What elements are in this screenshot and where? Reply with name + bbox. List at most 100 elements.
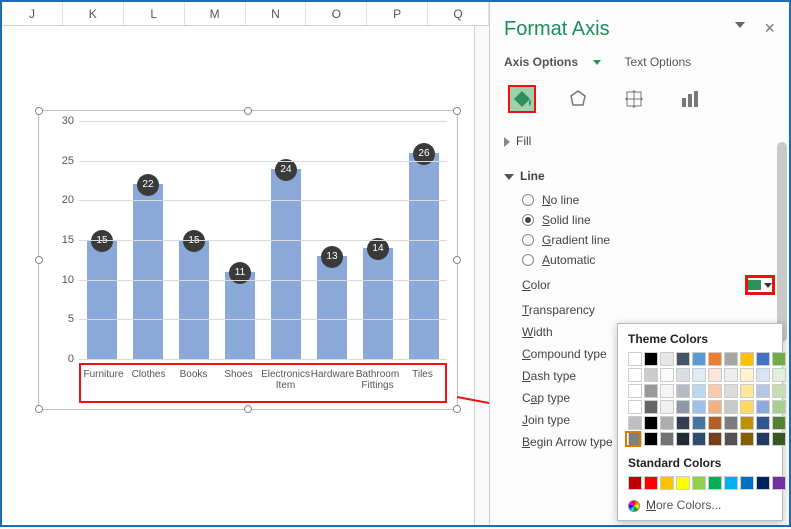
category-axis[interactable]: FurnitureClothesBooksShoesElectronics It… [79, 363, 447, 403]
color-swatch[interactable] [740, 432, 754, 446]
radio-no-line[interactable]: No line [522, 193, 775, 207]
color-swatch[interactable] [772, 416, 786, 430]
section-fill[interactable]: Fill [504, 133, 775, 148]
data-label[interactable]: 13 [321, 246, 343, 268]
color-swatch[interactable] [724, 368, 738, 382]
bar[interactable]: 13 [317, 256, 347, 359]
x-axis-label[interactable]: Tiles [400, 365, 445, 401]
resize-handle[interactable] [453, 256, 461, 264]
color-swatch[interactable] [724, 400, 738, 414]
color-swatch[interactable] [660, 384, 674, 398]
color-swatch[interactable] [660, 368, 674, 382]
fill-line-icon[interactable] [508, 85, 536, 113]
data-label[interactable]: 14 [367, 238, 389, 260]
color-swatch[interactable] [628, 352, 642, 366]
more-colors-button[interactable]: More Colors... [628, 498, 772, 512]
data-label[interactable]: 15 [91, 230, 113, 252]
color-swatch[interactable] [740, 352, 754, 366]
color-swatch[interactable] [628, 476, 642, 490]
color-swatch[interactable] [644, 416, 658, 430]
color-swatch[interactable] [628, 384, 642, 398]
chart-object[interactable]: 1522151124131426 051015202530 FurnitureC… [38, 110, 458, 410]
color-swatch[interactable] [644, 432, 658, 446]
data-label[interactable]: 22 [137, 174, 159, 196]
column-header[interactable]: O [306, 2, 367, 25]
resize-handle[interactable] [453, 107, 461, 115]
bar[interactable]: 15 [179, 240, 209, 359]
color-swatch[interactable] [740, 416, 754, 430]
color-swatch[interactable] [756, 352, 770, 366]
color-swatch[interactable] [660, 400, 674, 414]
data-label[interactable]: 24 [275, 159, 297, 181]
color-swatch[interactable] [772, 476, 786, 490]
plot-area[interactable]: 1522151124131426 051015202530 [79, 121, 447, 359]
x-axis-label[interactable]: Furniture [81, 365, 126, 401]
pane-close-icon[interactable]: × [764, 18, 775, 39]
color-swatch[interactable] [756, 416, 770, 430]
color-swatch[interactable] [756, 368, 770, 382]
color-swatch[interactable] [708, 368, 722, 382]
color-swatch[interactable] [692, 416, 706, 430]
tab-text-options[interactable]: Text Options [624, 55, 691, 69]
color-swatch[interactable] [692, 384, 706, 398]
color-swatch[interactable] [692, 352, 706, 366]
color-swatch[interactable] [772, 432, 786, 446]
color-swatch[interactable] [772, 400, 786, 414]
color-swatch[interactable] [772, 384, 786, 398]
color-swatch[interactable] [692, 432, 706, 446]
color-swatch[interactable] [676, 476, 690, 490]
color-swatch[interactable] [708, 352, 722, 366]
color-swatch[interactable] [644, 384, 658, 398]
column-header[interactable]: N [246, 2, 307, 25]
color-swatch[interactable] [708, 384, 722, 398]
color-swatch[interactable] [660, 352, 674, 366]
resize-handle[interactable] [244, 107, 252, 115]
x-axis-label[interactable]: Clothes [126, 365, 171, 401]
x-axis-label[interactable]: Hardware [310, 365, 355, 401]
color-swatch[interactable] [708, 416, 722, 430]
bar[interactable]: 24 [271, 169, 301, 359]
bar[interactable]: 22 [133, 184, 163, 359]
x-axis-label[interactable]: Books [171, 365, 216, 401]
resize-handle[interactable] [35, 256, 43, 264]
color-swatch[interactable] [756, 432, 770, 446]
color-swatch[interactable] [644, 352, 658, 366]
color-swatch[interactable] [772, 352, 786, 366]
color-swatch[interactable] [724, 476, 738, 490]
size-properties-icon[interactable] [620, 85, 648, 113]
column-header[interactable]: K [63, 2, 124, 25]
color-swatch[interactable] [772, 368, 786, 382]
color-swatch[interactable] [644, 400, 658, 414]
color-swatch[interactable] [724, 432, 738, 446]
color-swatch[interactable] [676, 416, 690, 430]
color-swatch[interactable] [628, 400, 642, 414]
color-swatch[interactable] [676, 384, 690, 398]
color-swatch[interactable] [740, 384, 754, 398]
color-swatch[interactable] [724, 352, 738, 366]
radio-automatic[interactable]: Automatic [522, 253, 775, 267]
resize-handle[interactable] [35, 405, 43, 413]
color-swatch[interactable] [676, 352, 690, 366]
color-picker-button[interactable] [745, 275, 775, 295]
resize-handle[interactable] [453, 405, 461, 413]
pane-scrollbar[interactable] [777, 142, 787, 342]
color-swatch[interactable] [628, 416, 642, 430]
color-swatch[interactable] [756, 384, 770, 398]
color-swatch[interactable] [756, 400, 770, 414]
color-swatch[interactable] [708, 476, 722, 490]
effects-icon[interactable] [564, 85, 592, 113]
color-swatch[interactable] [676, 432, 690, 446]
color-swatch[interactable] [724, 416, 738, 430]
color-swatch[interactable] [692, 368, 706, 382]
column-header[interactable]: P [367, 2, 428, 25]
color-swatch[interactable] [692, 476, 706, 490]
section-line[interactable]: Line [504, 168, 775, 183]
column-header[interactable]: J [2, 2, 63, 25]
bar[interactable]: 11 [225, 272, 255, 359]
color-swatch[interactable] [756, 476, 770, 490]
bar[interactable]: 26 [409, 153, 439, 359]
column-header[interactable]: M [185, 2, 246, 25]
color-swatch[interactable] [708, 400, 722, 414]
data-label[interactable]: 15 [183, 230, 205, 252]
bar[interactable]: 15 [87, 240, 117, 359]
